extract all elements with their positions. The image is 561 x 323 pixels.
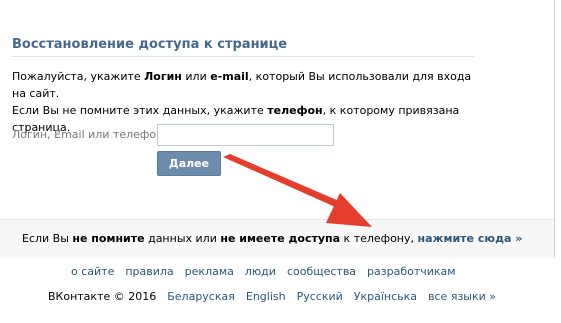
footer-nav: о сайте правила реклама люди сообщества разра… [71, 265, 467, 278]
instr-login-bold: Логин [144, 70, 182, 83]
notice-text: Если Вы [22, 232, 73, 245]
login-email-phone-input[interactable] [157, 124, 334, 146]
footer-link-developers[interactable]: разработчикам [367, 265, 456, 278]
login-field-label: Логин, Email или телефон: [12, 128, 167, 141]
lang-belarusian[interactable]: Беларуская [167, 290, 235, 303]
footer-link-about[interactable]: о сайте [71, 265, 114, 278]
notice-bold-forgot: не помните [72, 232, 145, 245]
footer-link-people[interactable]: люди [245, 265, 276, 278]
lang-all-languages[interactable]: все языки » [428, 290, 496, 303]
instr-phone-bold: телефон [267, 104, 323, 117]
no-access-notice: Если Вы не помните данных или не имеете … [0, 219, 554, 258]
footer-link-communities[interactable]: сообщества [287, 265, 356, 278]
instr-text: Если Вы не помните этих данных, укажите [12, 104, 268, 117]
instr-text: Пожалуйста, укажите [12, 70, 145, 83]
restore-panel: Восстановление доступа к странице Пожалу… [0, 0, 555, 258]
click-here-link[interactable]: нажмите сюда » [418, 232, 523, 245]
footer-link-ads[interactable]: реклама [185, 265, 234, 278]
lang-ukrainian[interactable]: Українська [354, 290, 417, 303]
page-title: Восстановление доступа к странице [12, 37, 288, 52]
notice-text: данных или [144, 232, 221, 245]
footer-link-rules[interactable]: правила [125, 265, 173, 278]
title-divider [12, 56, 474, 57]
notice-bold-no-access: не имеете доступа [220, 232, 341, 245]
next-button[interactable]: Далее [157, 151, 221, 176]
instr-text: или [181, 70, 211, 83]
language-bar: ВКонтакте © 2016 Беларуская English Русский… [48, 290, 507, 303]
lang-russian[interactable]: Русский [297, 290, 343, 303]
instr-email-bold: e-mail [210, 70, 249, 83]
lang-english[interactable]: English [246, 290, 286, 303]
notice-text: к телефону, [340, 232, 418, 245]
no-access-text: Если Вы не помните данных или не имеете … [22, 232, 522, 245]
copyright: ВКонтакте © 2016 [48, 290, 157, 303]
instructions-line-1: Пожалуйста, укажите Логин или e-mail, ко… [12, 68, 482, 102]
